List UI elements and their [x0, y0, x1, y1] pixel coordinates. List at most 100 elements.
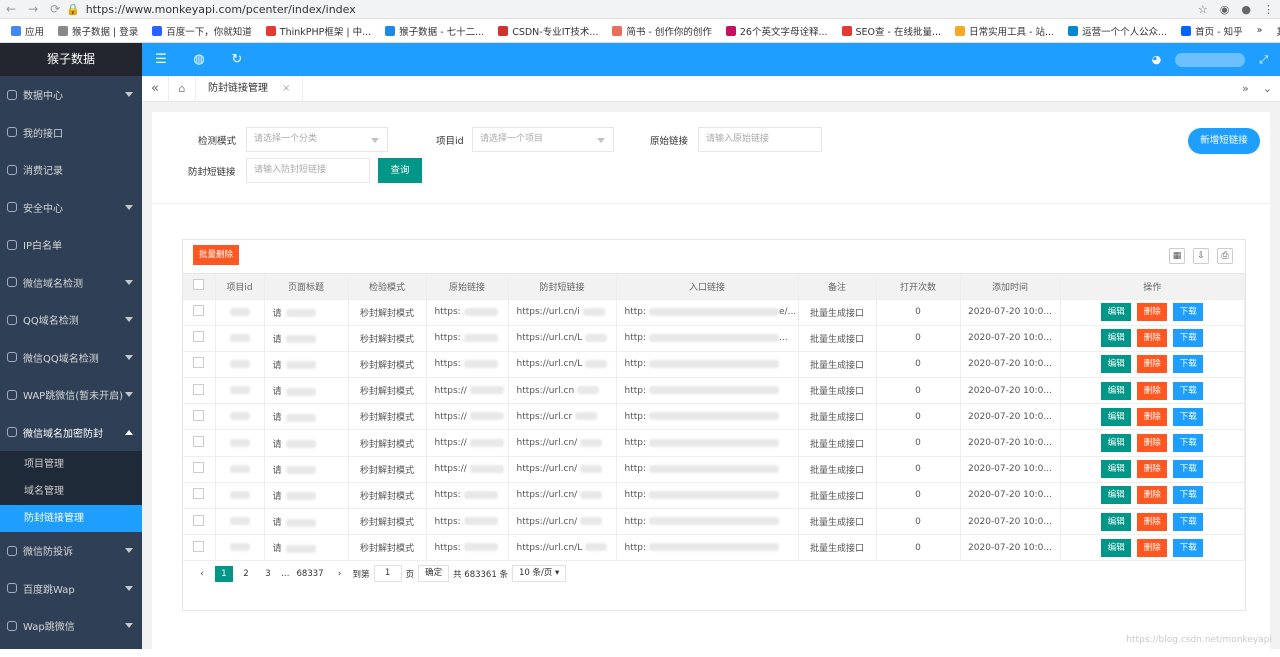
delete-button[interactable]: 删除 [1137, 512, 1168, 531]
download-button[interactable]: 下载 [1173, 512, 1204, 531]
row-checkbox[interactable] [183, 429, 216, 457]
short-link-input[interactable]: 请输入防封短链接 [246, 158, 370, 183]
star-icon[interactable]: ☆ [1198, 3, 1208, 16]
next-page-icon[interactable]: › [331, 566, 349, 582]
tabs-right-icon[interactable]: » [1242, 82, 1249, 95]
sidebar-subitem[interactable]: 防封链接管理 [0, 505, 142, 532]
entry-link-cell[interactable]: http: [616, 482, 799, 510]
row-checkbox[interactable] [183, 377, 216, 405]
fullscreen-icon[interactable]: ⤢ [1259, 53, 1268, 67]
url-field[interactable]: https://www.monkeyapi.com/pcenter/index/… [86, 3, 1198, 16]
select-all-checkbox[interactable] [183, 274, 216, 300]
prev-page-icon[interactable]: ‹ [193, 566, 211, 582]
page-number-input[interactable]: 1 [373, 565, 402, 583]
print-icon[interactable]: ⎙ [1217, 248, 1233, 264]
short-link-cell[interactable]: https://url.cn/ [508, 429, 617, 457]
row-checkbox[interactable] [183, 482, 216, 510]
entry-link-cell[interactable]: http: [616, 534, 799, 562]
download-button[interactable]: 下载 [1173, 381, 1204, 400]
entry-link-cell[interactable]: http: [616, 508, 799, 536]
export-icon[interactable]: ⇩ [1193, 248, 1209, 264]
row-checkbox[interactable] [183, 325, 216, 352]
user-name-blurred[interactable] [1175, 52, 1246, 67]
entry-link-cell[interactable]: http: [616, 377, 799, 405]
tab-active[interactable]: 防封链接管理 × [196, 75, 304, 102]
chevron-down-icon[interactable]: ⌄ [1263, 82, 1272, 95]
sidebar-subitem[interactable]: 域名管理 [0, 478, 142, 505]
short-link-cell[interactable]: https://url.cn/ [508, 482, 617, 510]
bookmark-item[interactable]: ThinkPHP框架 | 中... [259, 24, 378, 38]
short-link-cell[interactable]: https://url.cr [508, 403, 617, 431]
page-1[interactable]: 1 [215, 565, 233, 582]
bookmark-item[interactable]: 猴子数据 | 登录 [51, 24, 145, 38]
edit-button[interactable]: 编辑 [1101, 355, 1132, 374]
page-3[interactable]: 3 [259, 566, 277, 582]
sidebar-item[interactable]: 微信QQ域名检测 [0, 339, 142, 377]
entry-link-cell[interactable]: http:... [616, 325, 799, 352]
bookmark-item[interactable]: CSDN-专业IT技术... [491, 24, 605, 38]
short-link-cell[interactable]: https://url.cn/L [508, 351, 617, 379]
delete-button[interactable]: 删除 [1137, 460, 1168, 479]
short-link-cell[interactable]: https://url.cn/L [508, 325, 617, 352]
close-icon[interactable]: × [282, 76, 290, 102]
other-bookmarks[interactable]: 其他书签 [1269, 24, 1280, 38]
download-button[interactable]: 下载 [1173, 303, 1204, 322]
edit-button[interactable]: 编辑 [1101, 460, 1132, 479]
bookmark-item[interactable]: 百度一下，你就知道 [145, 24, 259, 38]
bookmark-item[interactable]: SEO查 - 在线批量... [835, 24, 949, 38]
menu-icon[interactable]: ⋮ [1263, 3, 1274, 16]
sidebar-item[interactable]: 安全中心 [0, 189, 142, 227]
download-button[interactable]: 下载 [1173, 329, 1204, 348]
bookmark-item[interactable]: 猴子数据 - 七十二... [378, 24, 491, 38]
entry-link-cell[interactable]: http: [616, 429, 799, 457]
delete-button[interactable]: 删除 [1137, 407, 1168, 426]
download-button[interactable]: 下载 [1173, 460, 1204, 479]
edit-button[interactable]: 编辑 [1101, 381, 1132, 400]
tabs-left-icon[interactable]: « [142, 81, 168, 96]
bookmark-item[interactable]: 运营一个个人公众... [1061, 24, 1174, 38]
page-size-select[interactable]: 10 条/页 ▾ [511, 565, 567, 583]
entry-link-cell[interactable]: http: [616, 351, 799, 379]
bookmark-item[interactable]: 日常实用工具 - 站... [948, 24, 1061, 38]
bookmark-item[interactable]: 首页 - 知乎 [1174, 24, 1249, 38]
sidebar-item[interactable]: 数据中心 [0, 76, 142, 114]
sidebar-item[interactable]: 微信域名检测 [0, 264, 142, 302]
delete-button[interactable]: 删除 [1137, 434, 1168, 453]
sidebar-item[interactable]: Wap跳微信 [0, 607, 142, 645]
edit-button[interactable]: 编辑 [1101, 512, 1132, 531]
account-icon[interactable]: ● [1241, 3, 1251, 16]
delete-button[interactable]: 删除 [1137, 355, 1168, 374]
mode-select[interactable]: 请选择一个分类 [246, 127, 388, 152]
edit-button[interactable]: 编辑 [1101, 434, 1132, 453]
globe-icon[interactable]: ◍ [180, 52, 218, 67]
delete-button[interactable]: 删除 [1137, 486, 1168, 505]
menu-toggle-icon[interactable]: ☰ [142, 52, 180, 67]
row-checkbox[interactable] [183, 403, 216, 431]
confirm-button[interactable]: 确定 [418, 565, 450, 583]
back-icon[interactable]: ← [6, 2, 16, 16]
row-checkbox[interactable] [183, 456, 216, 483]
sidebar-item[interactable]: 消费记录 [0, 151, 142, 189]
add-short-link-button[interactable]: 新增短链接 [1188, 128, 1260, 154]
entry-link-cell[interactable]: http: [616, 456, 799, 483]
short-link-cell[interactable]: https://url.cn/i [508, 299, 617, 326]
theme-icon[interactable]: ◕ [1152, 53, 1162, 66]
query-button[interactable]: 查询 [378, 158, 422, 183]
project-select[interactable]: 请选择一个项目 [472, 127, 614, 152]
sidebar-item[interactable]: 我的接口 [0, 114, 142, 152]
delete-button[interactable]: 删除 [1137, 538, 1168, 557]
sidebar-item[interactable]: IP白名单 [0, 226, 142, 264]
forward-icon[interactable]: → [28, 2, 38, 16]
download-button[interactable]: 下载 [1173, 434, 1204, 453]
row-checkbox[interactable] [183, 299, 216, 326]
download-button[interactable]: 下载 [1173, 407, 1204, 426]
home-icon[interactable]: ⌂ [168, 75, 196, 102]
bookmarks-more[interactable]: » [1250, 25, 1270, 36]
sidebar-item[interactable]: 百度跳Wap [0, 570, 142, 608]
orig-link-input[interactable]: 请输入原始链接 [698, 127, 822, 152]
bookmark-item[interactable]: 26个英文字母诠释... [719, 24, 835, 38]
reload-icon[interactable]: ⟳ [50, 2, 60, 16]
delete-button[interactable]: 删除 [1137, 381, 1168, 400]
row-checkbox[interactable] [183, 351, 216, 379]
columns-icon[interactable]: ▦ [1169, 248, 1185, 264]
